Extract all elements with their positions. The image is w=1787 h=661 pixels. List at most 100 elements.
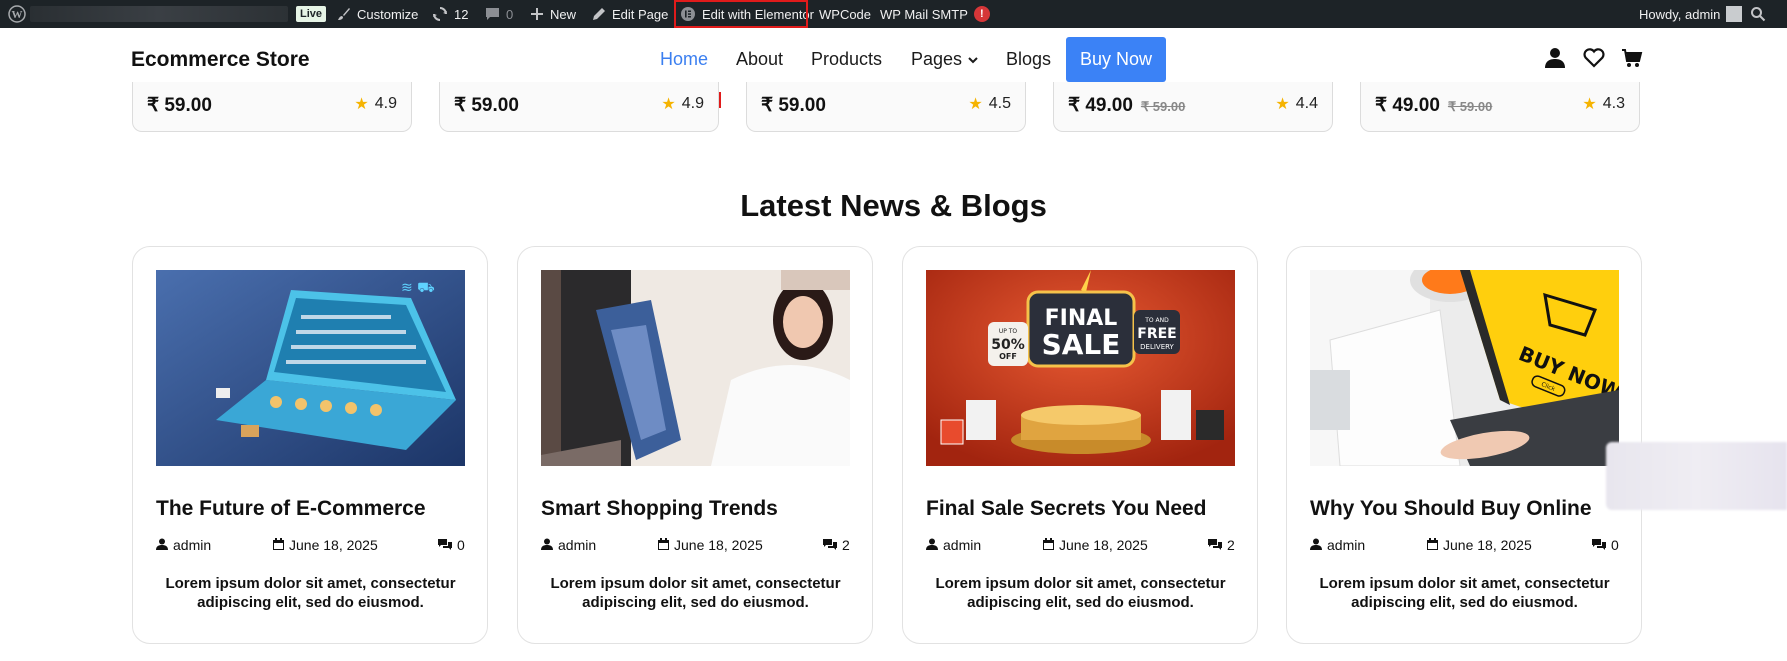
nav-blogs[interactable]: Blogs	[1006, 49, 1051, 70]
blog-meta: admin June 18, 2025 2	[926, 537, 1235, 555]
nav-home[interactable]: Home	[660, 49, 708, 70]
nav-about[interactable]: About	[736, 49, 783, 70]
blog-date: June 18, 2025	[1427, 537, 1532, 553]
admin-search-icon[interactable]	[1750, 0, 1766, 28]
up-to-text: UP TO	[999, 328, 1018, 335]
product-rating: ★ 4.9	[661, 95, 704, 113]
blog-excerpt: Lorem ipsum dolor sit amet, consectetur …	[550, 575, 841, 611]
old-price: ₹ 59.00	[1140, 99, 1186, 114]
avatar	[1726, 6, 1743, 22]
account-icon[interactable]	[1543, 46, 1567, 70]
product-price: ₹ 59.00	[147, 95, 212, 116]
howdy-admin-menu[interactable]: Howdy, admin	[1639, 0, 1743, 28]
star-icon: ★	[661, 96, 676, 113]
star-icon: ★	[354, 96, 369, 113]
comments-link[interactable]: 0	[485, 0, 513, 28]
blog-meta: admin June 18, 2025 0	[156, 537, 465, 555]
blog-comments[interactable]: 0	[438, 537, 465, 553]
edit-page-link[interactable]: Edit Page	[592, 0, 668, 28]
product-price: ₹ 49.00 ₹ 59.00	[1375, 95, 1493, 116]
blog-card[interactable]: ≋ ⛟ The Future of E-Commerce admin June …	[132, 246, 488, 644]
updates-link[interactable]: 12	[432, 0, 468, 28]
edit-with-elementor-link[interactable]: Edit with Elementor	[674, 0, 814, 28]
user-icon	[926, 537, 938, 553]
old-price: ₹ 59.00	[1447, 99, 1493, 114]
blog-title[interactable]: The Future of E-Commerce	[156, 497, 426, 521]
blogs-section-title: Latest News & Blogs	[740, 188, 1047, 223]
wishlist-heart-icon[interactable]	[1582, 46, 1606, 70]
comments-icon	[438, 537, 452, 553]
customize-link[interactable]: Customize	[337, 0, 418, 28]
elementor-icon	[680, 6, 696, 22]
product-price: ₹ 49.00 ₹ 59.00	[1068, 95, 1186, 116]
blog-comments[interactable]: 2	[823, 537, 850, 553]
blog-author: admin	[541, 537, 596, 553]
blog-author: admin	[156, 537, 211, 553]
blog-comments[interactable]: 2	[1208, 537, 1235, 553]
blog-excerpt: Lorem ipsum dolor sit amet, consectetur …	[165, 575, 456, 611]
blog-comments[interactable]: 0	[1592, 537, 1619, 553]
comments-icon	[1592, 537, 1606, 553]
wp-admin-bar: W Live Customize 12 0 New Edit Page Edit…	[0, 0, 1787, 28]
product-rating: ★ 4.5	[968, 95, 1011, 113]
calendar-icon	[273, 537, 284, 553]
nav-pages[interactable]: Pages	[911, 49, 978, 70]
blog-image-laptop-store[interactable]: ≋ ⛟	[156, 270, 465, 466]
blog-title[interactable]: Final Sale Secrets You Need	[926, 497, 1207, 521]
nav-products[interactable]: Products	[811, 49, 882, 70]
star-icon: ★	[968, 96, 983, 113]
blog-excerpt: Lorem ipsum dolor sit amet, consectetur …	[1319, 575, 1610, 611]
blog-card[interactable]: FINAL SALE UP TO 50% OFF TO AND FREE DEL…	[902, 246, 1258, 644]
blog-author: admin	[926, 537, 981, 553]
nav-pages-label: Pages	[911, 49, 963, 69]
product-card[interactable]: ₹ 59.00 ★ 4.9	[439, 82, 719, 132]
blog-card[interactable]: BUY NOW Click Why You Should Buy Online …	[1286, 246, 1642, 644]
blog-date: June 18, 2025	[1043, 537, 1148, 553]
cart-icon[interactable]	[1620, 46, 1644, 70]
blog-date: June 18, 2025	[273, 537, 378, 553]
comments-icon	[823, 537, 837, 553]
fifty-percent-text: 50%	[991, 337, 1025, 353]
blog-image-buy-now-laptop[interactable]: BUY NOW Click	[1310, 270, 1619, 466]
calendar-icon	[1427, 537, 1438, 553]
user-icon	[156, 537, 168, 553]
delivery-text: DELIVERY	[1140, 343, 1174, 351]
pencil-icon	[592, 7, 606, 21]
product-price: ₹ 59.00	[454, 95, 519, 116]
chevron-down-icon	[968, 56, 978, 63]
wordpress-logo-icon[interactable]: W	[8, 0, 26, 28]
wp-mail-smtp-link[interactable]: WP Mail SMTP !	[880, 0, 990, 28]
svg-text:W: W	[12, 9, 23, 21]
product-card[interactable]: ₹ 49.00 ₹ 59.00 ★ 4.4	[1053, 82, 1333, 132]
product-card[interactable]: ₹ 59.00 ★ 4.9	[132, 82, 412, 132]
buy-now-button[interactable]: Buy Now	[1066, 37, 1166, 82]
site-name-redacted[interactable]	[30, 6, 288, 22]
blurred-floating-widget[interactable]	[1606, 442, 1787, 510]
blog-title[interactable]: Why You Should Buy Online	[1310, 497, 1592, 521]
blog-meta: admin June 18, 2025 0	[1310, 537, 1619, 555]
smtp-alert-badge: !	[973, 6, 990, 22]
blog-card[interactable]: Smart Shopping Trends admin June 18, 202…	[517, 246, 873, 644]
user-icon	[541, 537, 553, 553]
blog-image-shopping-woman[interactable]	[541, 270, 850, 466]
svg-text:≋ ⛟: ≋ ⛟	[401, 280, 435, 296]
calendar-icon	[658, 537, 669, 553]
product-rating: ★ 4.4	[1275, 95, 1318, 113]
product-card[interactable]: ₹ 59.00 ★ 4.5	[746, 82, 1026, 132]
live-badge: Live	[296, 0, 327, 28]
blog-title[interactable]: Smart Shopping Trends	[541, 497, 778, 521]
product-price: ₹ 59.00	[761, 95, 826, 116]
blog-image-final-sale[interactable]: FINAL SALE UP TO 50% OFF TO AND FREE DEL…	[926, 270, 1235, 466]
product-rating: ★ 4.9	[354, 95, 397, 113]
blog-meta: admin June 18, 2025 2	[541, 537, 850, 555]
sale-text: SALE	[1042, 328, 1121, 361]
wpcode-link[interactable]: WPCode	[819, 0, 871, 28]
product-rating: ★ 4.3	[1582, 95, 1625, 113]
brush-icon	[337, 7, 351, 21]
new-link[interactable]: New	[530, 0, 576, 28]
star-icon: ★	[1275, 96, 1290, 113]
product-card[interactable]: ₹ 49.00 ₹ 59.00 ★ 4.3	[1360, 82, 1640, 132]
off-text: OFF	[999, 352, 1017, 361]
to-and-text: TO AND	[1144, 317, 1169, 324]
site-brand[interactable]: Ecommerce Store	[131, 48, 310, 72]
